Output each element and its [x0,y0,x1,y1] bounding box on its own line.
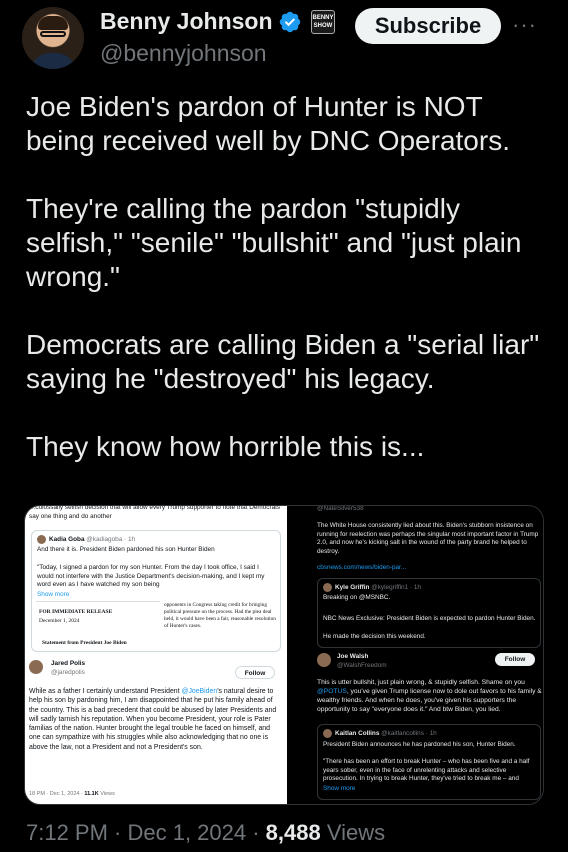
tweet-footer: 7:12 PM · Dec 1, 2024 · 8,488 Views [26,820,385,846]
right-top-link[interactable]: cbsnews.com/news/biden-par... [317,564,406,573]
post-author-handle: @jaredpolis [51,669,85,676]
tweet-paragraph: Joe Biden's pardon of Hunter is NOT bein… [26,91,510,156]
tweet-text: Joe Biden's pardon of Hunter is NOT bein… [26,90,556,498]
quote-avatar [323,583,332,592]
media-image-right[interactable]: @NateSilver538 The White House consisten… [287,505,543,804]
tweet-timestamp[interactable]: 7:12 PM · Dec 1, 2024 · [26,820,266,845]
quoted-post-kaitlan[interactable]: Kaitlan Collins @kaitlancollins · 1h Pre… [317,724,541,800]
verified-badge-icon [279,11,301,33]
quote-avatar [37,535,46,544]
quote-meta: @kadiagoba · 1h [86,536,136,544]
view-count: 8,488 [265,820,321,845]
tweet-header: Benny Johnson BENNY SHOW @bennyjohnson S… [0,0,568,78]
author-handle[interactable]: @bennyjohnson [100,40,267,67]
post-avatar [317,653,331,667]
media-image-left[interactable]: …colossally selfish decision that will a… [25,505,287,804]
post-author-walsh[interactable] [317,653,334,667]
quote-line: And there it is. President Biden pardone… [37,546,215,553]
quote-document-side: opponents in Congress taking credit for … [164,602,276,629]
affiliate-badge: BENNY SHOW [311,10,335,34]
left-top-text: …colossally selfish decision that will a… [29,505,281,520]
post-author-polis[interactable] [29,660,46,674]
quote-author: Kadia Goba [49,536,85,544]
post-timestamp: 18 PM · Dec 1, 2024 · 11.1K Views [29,791,115,797]
quote-document-image: FOR IMMEDIATE RELEASE December 1, 2024 S… [36,601,160,653]
post-author-handle: @WalshFreedom [337,662,387,669]
show-more-link[interactable]: Show more [323,785,355,794]
show-more-link[interactable]: Show more [37,591,69,600]
quote-body: "Today, I signed a pardon for my son Hun… [37,564,265,588]
post-author-name[interactable]: Jared Polis [51,660,85,669]
attached-media[interactable]: …colossally selfish decision that will a… [24,505,544,805]
right-top-body: The White House consistently lied about … [317,522,539,555]
author-avatar[interactable] [22,7,84,69]
more-icon[interactable]: ··· [512,12,537,38]
quoted-post-kyle[interactable]: Kyle Griffin @kylegriffin1 · 1h Breaking… [317,578,541,648]
author-name[interactable]: Benny Johnson [100,8,280,35]
subscribe-button[interactable]: Subscribe [355,8,501,44]
tweet-paragraph: They're calling the pardon "stupidly sel… [26,193,522,292]
post-body: While as a father I certainly understand… [29,688,277,751]
views-label: Views [320,820,386,845]
tweet-paragraph: Democrats are calling Biden a "serial li… [26,329,540,394]
post-body: This is utter bullshit, just plain wrong… [317,679,542,713]
follow-button[interactable]: Follow [235,666,275,679]
post-avatar [29,660,43,674]
quoted-post-kadia[interactable]: Kadia Goba @kadiagoba · 1h And there it … [31,530,281,652]
right-top-handle: @NateSilver538 [317,505,364,512]
follow-button[interactable]: Follow [495,653,535,666]
tweet-paragraph: They know how horrible this is... [26,431,425,462]
post-author-name[interactable]: Joe Walsh [337,653,368,662]
quote-avatar [323,729,332,738]
